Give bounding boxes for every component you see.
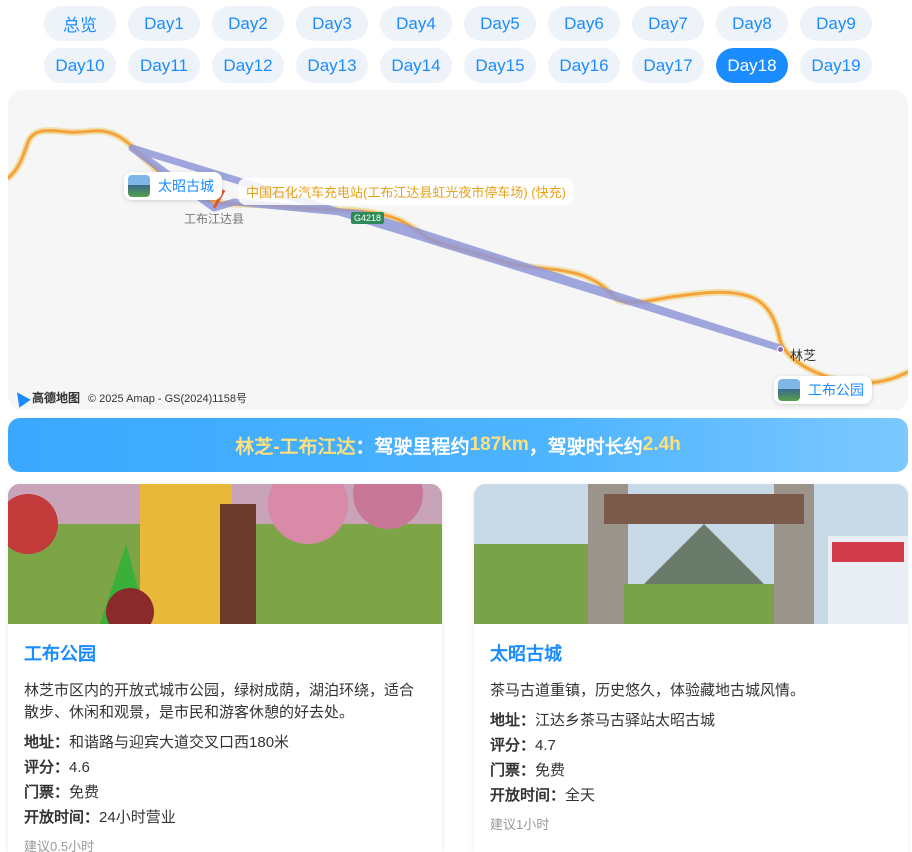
poi-gongbu-label: 工布公园: [808, 382, 864, 398]
map-attribution: 高德地图 © 2025 Amap - GS(2024)1158号: [11, 387, 247, 408]
ticket-label: 门票：: [24, 784, 70, 801]
rating-label: 评分：: [24, 759, 70, 776]
tab-day3[interactable]: Day3: [296, 6, 368, 41]
hours-label: 开放时间：: [490, 787, 566, 804]
tab-overview[interactable]: 总览: [44, 6, 116, 41]
poi-taizhao-label: 太昭古城: [158, 178, 214, 194]
attraction-description: 茶马古道重镇，历史悠久，体验藏地古城风情。: [490, 682, 806, 699]
tab-day14[interactable]: Day14: [380, 48, 452, 83]
tab-day5[interactable]: Day5: [464, 6, 536, 41]
hours-value: 24小时营业: [99, 809, 176, 826]
hours-value: 全天: [565, 787, 596, 804]
address-label: 地址：: [490, 712, 536, 729]
amap-arrow-icon: [11, 387, 31, 408]
amap-logo: 高德地图: [11, 387, 81, 408]
attraction-hours-row: 开放时间：24小时营业: [24, 805, 426, 830]
attraction-rating-row: 评分：4.7: [490, 733, 892, 758]
banner-duration: 2.4h: [642, 434, 681, 455]
attraction-title: 工布公园: [24, 644, 96, 664]
charging-station-label[interactable]: 中国石化汽车充电站(工布江达县虹光夜市停车场) (快充): [238, 178, 574, 205]
poi-thumbnail-icon: [778, 379, 800, 401]
rating-label: 评分：: [490, 737, 536, 754]
attraction-card-gongbu-park[interactable]: 工布公园 林芝市区内的开放式城市公园，绿树成荫，湖泊环绕，适合散步、休闲和观景，…: [8, 484, 442, 852]
banner-text-duration-label: ，驾驶时长约: [528, 436, 643, 458]
suggested-duration: 建议0.5小时: [24, 839, 95, 852]
poi-taizhao-ancient-city[interactable]: 太昭古城: [124, 172, 222, 200]
day-tabs-row-2: Day10 Day11 Day12 Day13 Day14 Day15 Day1…: [44, 48, 872, 83]
ancient-city-photo-illustration: [474, 484, 908, 624]
banner-text-distance-label: ：驾驶里程约: [355, 436, 470, 458]
suggested-duration: 建议1小时: [490, 817, 550, 832]
road-shield-g4218: G4218: [351, 212, 385, 224]
attraction-address-row: 地址：和谐路与迎宾大道交叉口西180米: [24, 730, 426, 755]
park-photo-illustration: [8, 484, 442, 624]
banner-route: 林芝-工布江达: [235, 436, 356, 458]
map-copyright: © 2025 Amap - GS(2024)1158号: [88, 392, 247, 405]
banner-distance: 187km: [469, 434, 529, 455]
tab-day19[interactable]: Day19: [800, 48, 872, 83]
ticket-value: 免费: [535, 762, 566, 779]
attraction-rating-row: 评分：4.6: [24, 755, 426, 780]
poi-gongbu-park[interactable]: 工布公园: [774, 376, 872, 404]
county-label: 工布江达县: [184, 212, 245, 226]
tab-day15[interactable]: Day15: [464, 48, 536, 83]
day-tabs-row-1: 总览 Day1 Day2 Day3 Day4 Day5 Day6 Day7 Da…: [44, 6, 872, 41]
amap-logo-text: 高德地图: [32, 391, 81, 405]
route-lines: [8, 127, 908, 387]
ticket-value: 免费: [69, 784, 100, 801]
tab-day10[interactable]: Day10: [44, 48, 116, 83]
attraction-card-taizhao-ancient-city[interactable]: 太昭古城 茶马古道重镇，历史悠久，体验藏地古城风情。 地址：江达乡茶马古驿站太昭…: [474, 484, 908, 852]
tab-day8[interactable]: Day8: [716, 6, 788, 41]
tab-day11[interactable]: Day11: [128, 48, 200, 83]
attraction-ticket-row: 门票：免费: [24, 780, 426, 805]
address-value: 和谐路与迎宾大道交叉口西180米: [69, 734, 290, 751]
hours-label: 开放时间：: [24, 809, 100, 826]
attraction-description: 林芝市区内的开放式城市公园，绿树成荫，湖泊环绕，适合散步、休闲和观景，是市民和游…: [24, 682, 415, 721]
city-linzhi-label: 林芝: [790, 348, 817, 363]
linzhi-dot-icon: [777, 346, 784, 353]
attraction-photo: [8, 484, 442, 624]
tab-day4[interactable]: Day4: [380, 6, 452, 41]
attraction-address-row: 地址：江达乡茶马古驿站太昭古城: [490, 708, 892, 733]
route-map[interactable]: 太昭古城 中国石化汽车充电站(工布江达县虹光夜市停车场) (快充) 工布江达县 …: [8, 90, 908, 410]
attraction-ticket-row: 门票：免费: [490, 758, 892, 783]
tab-day6[interactable]: Day6: [548, 6, 620, 41]
rating-value: 4.6: [69, 759, 90, 776]
rating-value: 4.7: [535, 737, 556, 754]
poi-thumbnail-icon: [128, 175, 150, 197]
tab-day7[interactable]: Day7: [632, 6, 704, 41]
attraction-title: 太昭古城: [490, 644, 562, 664]
attraction-hours-row: 开放时间：全天: [490, 783, 892, 808]
tab-day16[interactable]: Day16: [548, 48, 620, 83]
ticket-label: 门票：: [490, 762, 536, 779]
address-label: 地址：: [24, 734, 70, 751]
address-value: 江达乡茶马古驿站太昭古城: [535, 712, 716, 729]
tab-day2[interactable]: Day2: [212, 6, 284, 41]
tab-day1[interactable]: Day1: [128, 6, 200, 41]
tab-day9[interactable]: Day9: [800, 6, 872, 41]
route-summary-banner: 林芝-工布江达 ：驾驶里程约 187km ，驾驶时长约 2.4h: [8, 418, 908, 472]
tab-day18[interactable]: Day18: [716, 48, 788, 83]
attraction-photo: [474, 484, 908, 624]
tab-day12[interactable]: Day12: [212, 48, 284, 83]
tab-day13[interactable]: Day13: [296, 48, 368, 83]
tab-day17[interactable]: Day17: [632, 48, 704, 83]
